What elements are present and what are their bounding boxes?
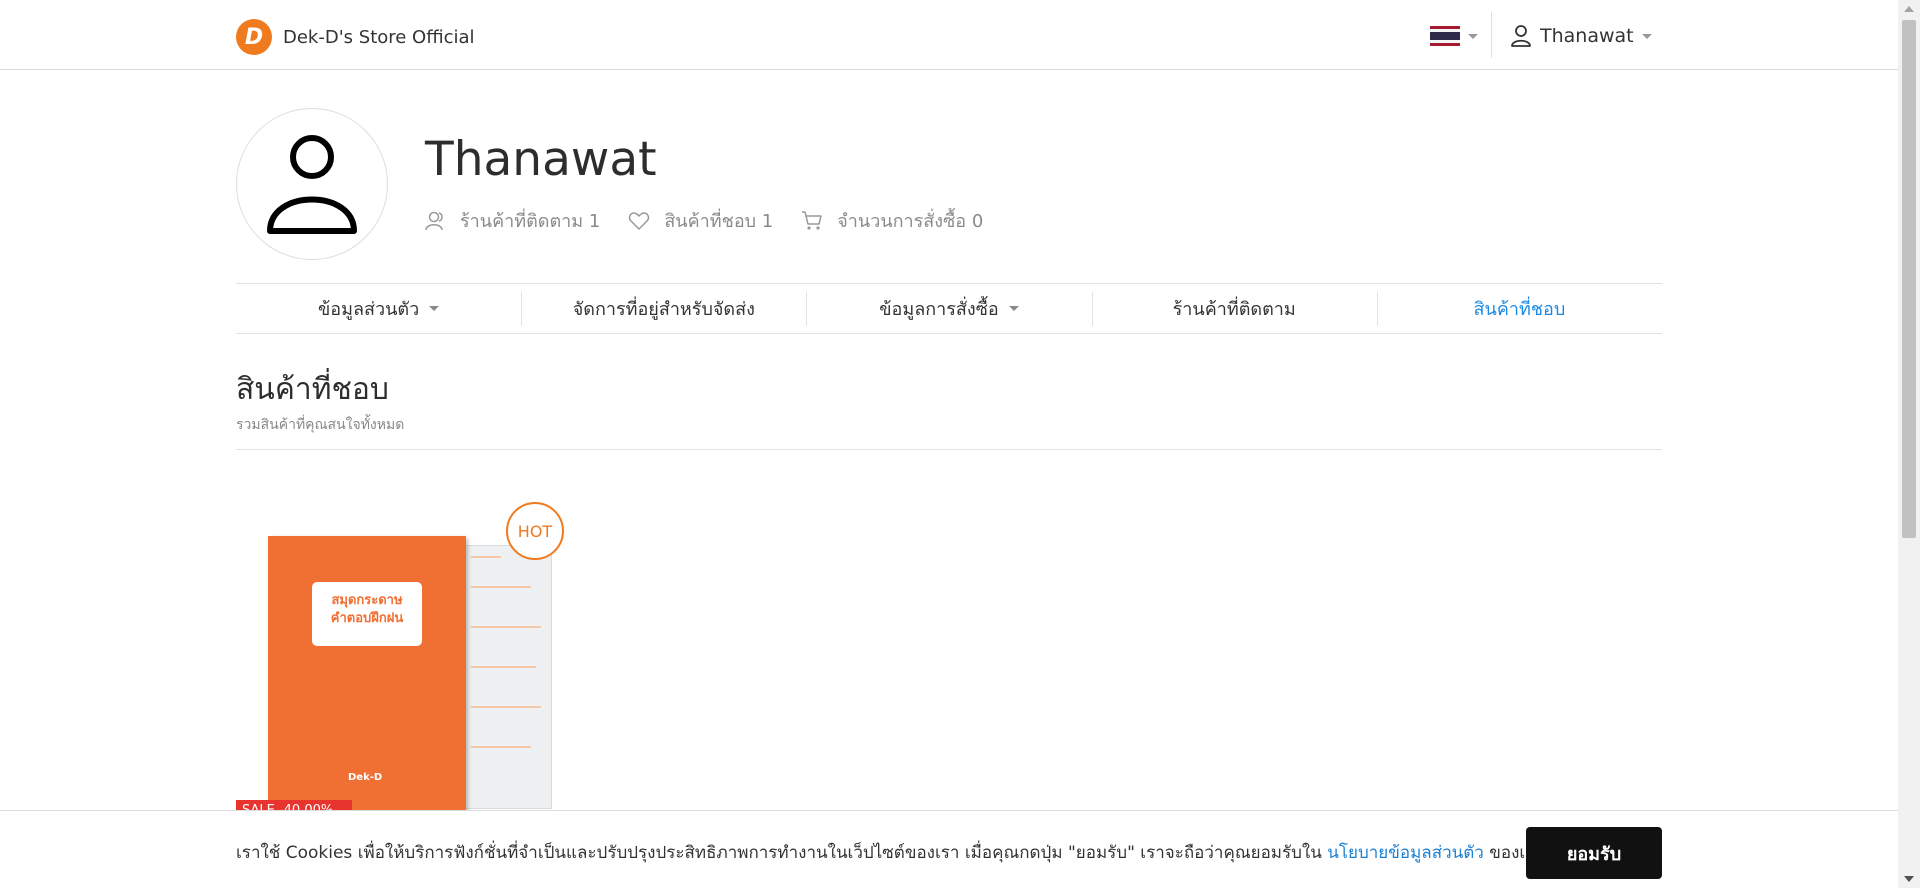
profile-name: Thanawat bbox=[425, 132, 657, 187]
tab-label: ข้อมูลการสั่งซื้อ bbox=[879, 299, 999, 320]
cookie-message: เราใช้ Cookies เพื่อให้บริการฟังก์ชั่นที… bbox=[236, 839, 1544, 866]
brand-link[interactable]: D Dek-D's Store Official bbox=[236, 19, 475, 55]
user-icon bbox=[1511, 25, 1531, 47]
tab-personal-info[interactable]: ข้อมูลส่วนตัว bbox=[236, 284, 521, 333]
divider bbox=[236, 449, 1662, 450]
tab-liked-products[interactable]: สินค้าที่ชอบ bbox=[1376, 284, 1662, 333]
header-divider bbox=[1491, 12, 1492, 58]
cookie-text: เราใช้ Cookies เพื่อให้บริการฟังก์ชั่นที… bbox=[236, 843, 1322, 863]
stat-label: ร้านค้าที่ติดตาม 1 bbox=[460, 211, 601, 232]
scroll-thumb[interactable] bbox=[1902, 20, 1916, 538]
cart-icon bbox=[802, 210, 822, 230]
product-image: สมุดกระดาษ คำตอบฝึกฝน Dek-D bbox=[268, 536, 466, 810]
cover-label: สมุดกระดาษ คำตอบฝึกฝน bbox=[312, 582, 422, 646]
tab-shipping-address[interactable]: จัดการที่อยู่สำหรับจัดส่ง bbox=[521, 284, 806, 333]
user-menu[interactable]: Thanawat bbox=[1510, 22, 1652, 50]
tab-label: สินค้าที่ชอบ bbox=[1473, 299, 1566, 320]
language-selector[interactable] bbox=[1430, 24, 1478, 48]
privacy-policy-link[interactable]: นโยบายข้อมูลส่วนตัว bbox=[1327, 843, 1484, 863]
profile-stats: ร้านค้าที่ติดตาม 1 สินค้าที่ชอบ 1 จำนวนก… bbox=[424, 206, 1011, 235]
tab-label: ร้านค้าที่ติดตาม bbox=[1172, 299, 1296, 320]
tab-label: จัดการที่อยู่สำหรับจัดส่ง bbox=[572, 299, 755, 320]
thai-flag-icon bbox=[1430, 26, 1460, 46]
page-subtitle: รวมสินค้าที่คุณสนใจทั้งหมด bbox=[236, 417, 405, 433]
cover-title: สมุดกระดาษ bbox=[331, 593, 403, 608]
brand-logo-icon: D bbox=[236, 19, 272, 55]
stat-label: จำนวนการสั่งซื้อ 0 bbox=[837, 211, 984, 232]
user-avatar-icon bbox=[267, 135, 357, 234]
stat-followed-shops[interactable]: ร้านค้าที่ติดตาม 1 bbox=[424, 206, 600, 235]
stat-orders[interactable]: จำนวนการสั่งซื้อ 0 bbox=[801, 206, 983, 235]
users-icon bbox=[425, 211, 443, 230]
scroll-down-icon[interactable] bbox=[1904, 876, 1914, 882]
hot-badge: HOT bbox=[506, 502, 564, 560]
avatar bbox=[236, 108, 388, 260]
tab-order-info[interactable]: ข้อมูลการสั่งซื้อ bbox=[806, 284, 1091, 333]
tab-followed-shops[interactable]: ร้านค้าที่ติดตาม bbox=[1091, 284, 1377, 333]
chevron-down-icon bbox=[1008, 306, 1019, 311]
cover-brand: Dek-D bbox=[348, 772, 383, 783]
cover-subtitle: คำตอบฝึกฝน bbox=[330, 611, 404, 626]
chevron-down-icon bbox=[1468, 33, 1478, 39]
page-title: สินค้าที่ชอบ bbox=[236, 372, 389, 407]
scroll-up-icon[interactable] bbox=[1904, 6, 1914, 12]
chevron-down-icon bbox=[1641, 33, 1652, 39]
profile-nav-tabs: ข้อมูลส่วนตัว จัดการที่อยู่สำหรับจัดส่ง … bbox=[236, 283, 1662, 334]
answer-sheet-image bbox=[462, 545, 552, 809]
user-name: Thanawat bbox=[1540, 25, 1634, 47]
page-scrollbar[interactable] bbox=[1898, 0, 1920, 888]
top-header: D Dek-D's Store Official Thanawat bbox=[0, 0, 1898, 70]
brand-name: Dek-D's Store Official bbox=[283, 26, 475, 48]
accept-cookies-button[interactable]: ยอมรับ bbox=[1526, 827, 1662, 879]
tab-label: ข้อมูลส่วนตัว bbox=[317, 299, 420, 320]
stat-liked-products[interactable]: สินค้าที่ชอบ 1 bbox=[628, 206, 773, 235]
chevron-down-icon bbox=[429, 306, 440, 311]
cookie-banner: เราใช้ Cookies เพื่อให้บริการฟังก์ชั่นที… bbox=[0, 810, 1898, 888]
product-card[interactable]: สมุดกระดาษ คำตอบฝึกฝน Dek-D HOT SALE -40… bbox=[236, 502, 566, 822]
heart-icon bbox=[629, 211, 650, 230]
stat-label: สินค้าที่ชอบ 1 bbox=[664, 211, 774, 232]
